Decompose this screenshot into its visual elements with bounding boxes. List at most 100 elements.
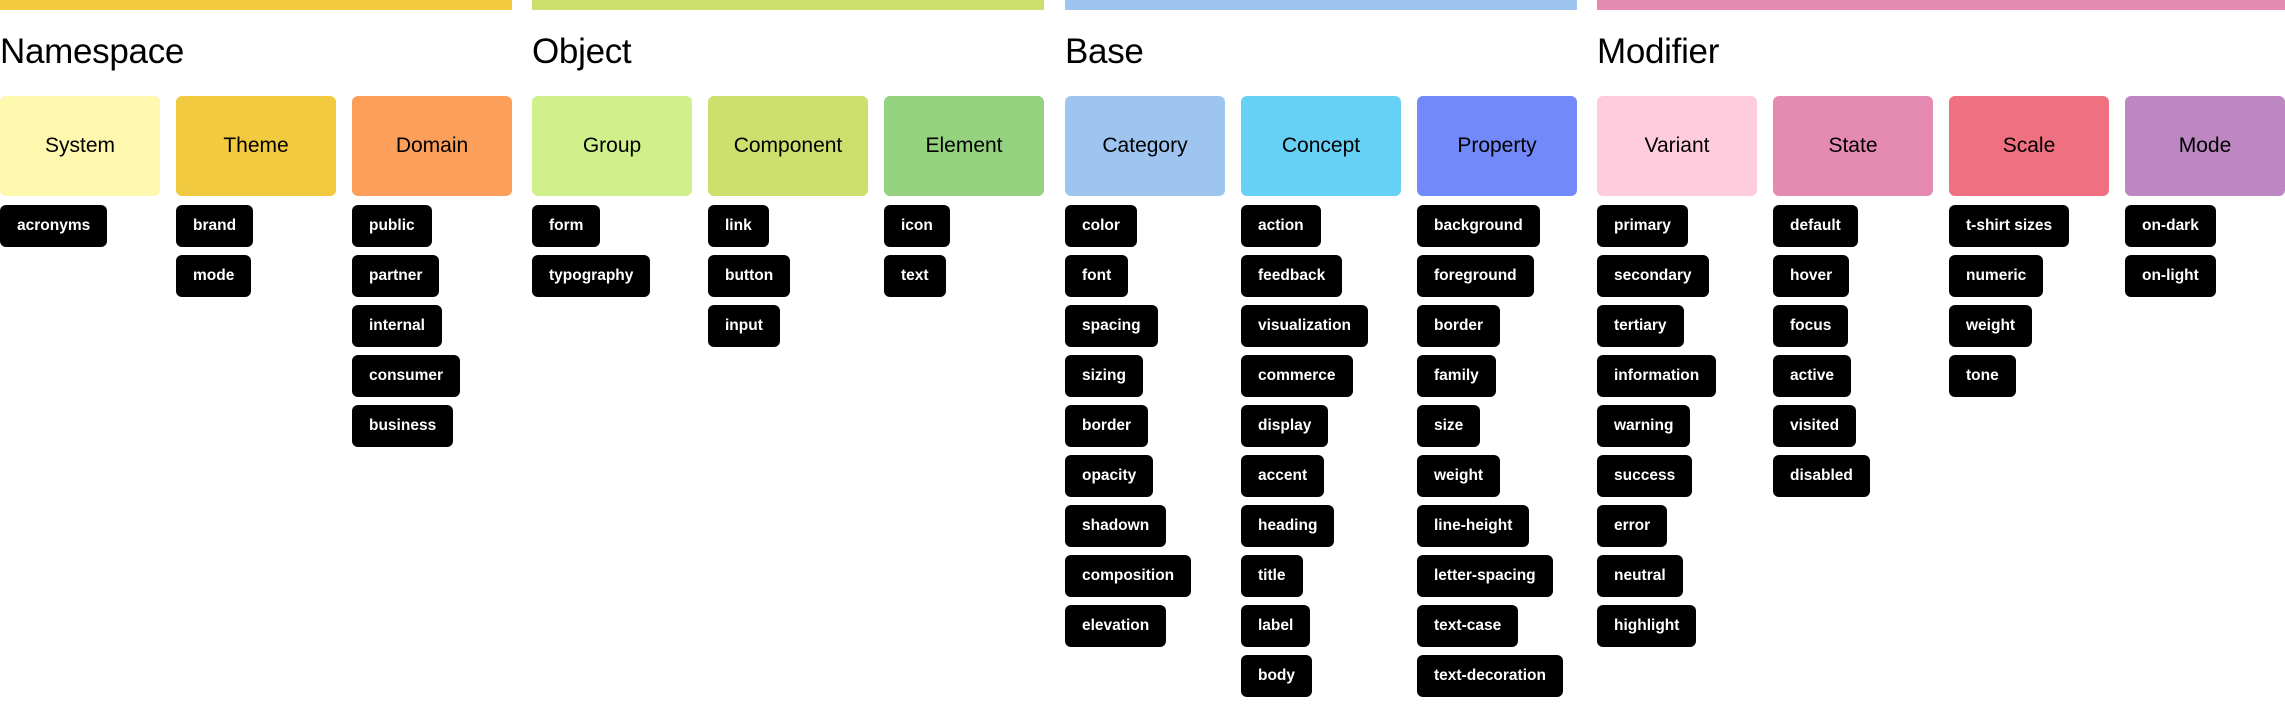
token-tag: family: [1417, 355, 1496, 397]
token-tag: feedback: [1241, 255, 1343, 297]
token-tag: tone: [1949, 355, 2016, 397]
category-card-label: State: [1828, 134, 1878, 157]
column-category: Category color font spacing sizing border opac…: [1065, 96, 1225, 705]
category-card: Category: [1065, 96, 1225, 196]
section-columns: System acronyms Theme brand mode Domain public…: [0, 96, 512, 455]
token-tag: typography: [532, 255, 651, 297]
token-tag: weight: [1417, 455, 1501, 497]
token-tag: opacity: [1065, 455, 1154, 497]
token-tag: size: [1417, 405, 1481, 447]
token-tag: visualization: [1241, 305, 1369, 347]
token-tag: spacing: [1065, 305, 1158, 347]
section-title: Namespace: [0, 32, 185, 71]
token-tag: disabled: [1773, 455, 1870, 497]
token-tag: shadown: [1065, 505, 1167, 547]
category-card: Property: [1417, 96, 1577, 196]
category-card-label: Group: [582, 134, 642, 157]
token-tag: public: [352, 205, 432, 247]
category-card-label: Property: [1457, 134, 1537, 157]
token-tag: default: [1773, 205, 1858, 247]
token-tag: consumer: [352, 355, 461, 397]
section-color-bar: [532, 0, 1044, 10]
column-element: Element icon text: [884, 96, 1044, 355]
token-tag: elevation: [1065, 605, 1167, 647]
token-tag: on-dark: [2125, 205, 2216, 247]
column-group: Group form typography: [532, 96, 692, 355]
token-tag: sizing: [1065, 355, 1143, 397]
token-tag: border: [1065, 405, 1149, 447]
token-tag: commerce: [1241, 355, 1353, 397]
category-card: Mode: [2125, 96, 2285, 196]
section-color-bar: [1065, 0, 1577, 10]
token-tag: neutral: [1597, 555, 1683, 597]
column-mode: Mode on-dark on-light: [2125, 96, 2285, 655]
column-variant: Variant primary secondary tertiary informati…: [1597, 96, 1757, 655]
category-card-label: Variant: [1644, 134, 1710, 157]
column-component: Component link button input: [708, 96, 868, 355]
section-columns: Variant primary secondary tertiary informati…: [1597, 96, 2285, 655]
column-concept: Concept action feedback visualization commer…: [1241, 96, 1401, 705]
section-object: Object Group form typography Component link bu…: [532, 0, 1044, 697]
token-tag: visited: [1773, 405, 1857, 447]
category-card: State: [1773, 96, 1933, 196]
column-scale: Scale t-shirt sizes numeric weight tone: [1949, 96, 2109, 655]
section-title: Object: [532, 32, 632, 71]
category-card-label: Theme: [223, 134, 289, 157]
token-tag: label: [1241, 605, 1311, 647]
token-tag: warning: [1597, 405, 1691, 447]
token-tag: display: [1241, 405, 1329, 447]
token-tag: focus: [1773, 305, 1849, 347]
category-card-label: Domain: [395, 134, 469, 157]
token-tag: success: [1597, 455, 1693, 497]
token-tag: input: [708, 305, 780, 347]
token-tag: highlight: [1597, 605, 1697, 647]
token-tag: error: [1597, 505, 1668, 547]
token-tag: form: [532, 205, 601, 247]
token-tag: information: [1597, 355, 1717, 397]
category-card-label: Component: [733, 134, 843, 157]
category-card: Element: [884, 96, 1044, 196]
column-state: State default hover focus active visited disab…: [1773, 96, 1933, 655]
token-tag: internal: [352, 305, 442, 347]
category-card: Component: [708, 96, 868, 196]
token-tag: font: [1065, 255, 1129, 297]
token-tag: icon: [884, 205, 950, 247]
token-tag: accent: [1241, 455, 1325, 497]
category-card: Group: [532, 96, 692, 196]
category-card: Concept: [1241, 96, 1401, 196]
category-card: Theme: [176, 96, 336, 196]
token-tag: acronyms: [0, 205, 108, 247]
token-tag: partner: [352, 255, 440, 297]
token-tag: link: [708, 205, 769, 247]
token-tag: body: [1241, 655, 1313, 697]
token-tag: weight: [1949, 305, 2033, 347]
category-card: System: [0, 96, 160, 196]
column-theme: Theme brand mode: [176, 96, 336, 455]
token-tag: action: [1241, 205, 1321, 247]
token-tag: color: [1065, 205, 1137, 247]
section-title: Base: [1065, 32, 1144, 71]
token-tag: button: [708, 255, 791, 297]
section-namespace: Namespace System acronyms Theme brand mode Dom…: [0, 0, 512, 697]
token-tag: numeric: [1949, 255, 2044, 297]
section-columns: Group form typography Component link button in…: [532, 96, 1044, 355]
column-system: System acronyms: [0, 96, 160, 455]
section-base: Base Category color font spacing sizing border…: [1065, 0, 1577, 697]
category-card-label: Mode: [2178, 134, 2232, 157]
category-card-label: System: [44, 134, 115, 157]
token-tag: mode: [176, 255, 252, 297]
token-tag: foreground: [1417, 255, 1534, 297]
section-columns: Category color font spacing sizing border opac…: [1065, 96, 1577, 705]
section-color-bar: [0, 0, 512, 10]
token-tag: text-decoration: [1417, 655, 1563, 697]
token-tag: background: [1417, 205, 1540, 247]
token-tag: border: [1417, 305, 1501, 347]
token-tag: t-shirt sizes: [1949, 205, 2070, 247]
token-tag: primary: [1597, 205, 1688, 247]
token-tag: letter-spacing: [1417, 555, 1553, 597]
category-card-label: Element: [925, 134, 1003, 157]
token-tag: secondary: [1597, 255, 1709, 297]
section-modifier: Modifier Variant primary secondary tertiary i…: [1597, 0, 2285, 697]
token-tag: active: [1773, 355, 1851, 397]
token-tag: on-light: [2125, 255, 2216, 297]
